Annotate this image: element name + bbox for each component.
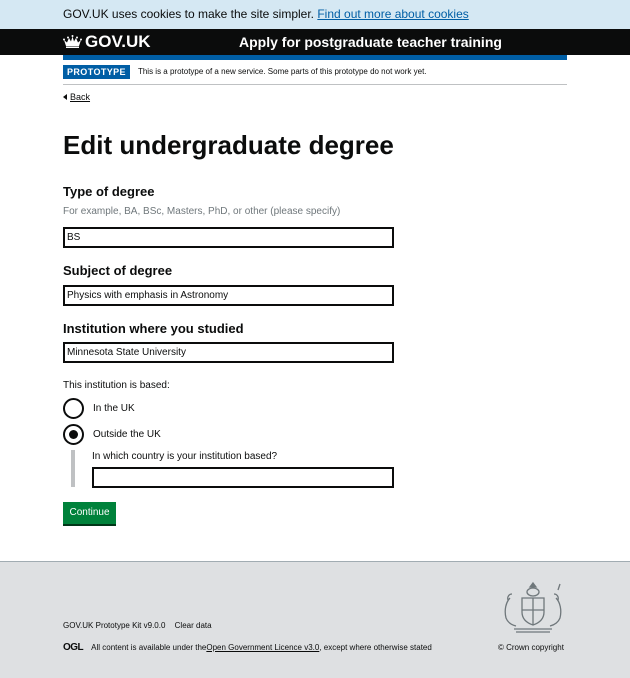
crown-copyright-link[interactable]: © Crown copyright <box>498 643 564 652</box>
type-of-degree-input[interactable] <box>63 227 394 248</box>
back-link[interactable]: Back <box>63 92 90 102</box>
footer-links: GOV.UK Prototype Kit v9.0.0 Clear data <box>63 621 219 630</box>
radio-outside-uk[interactable]: Outside the UK <box>63 424 161 445</box>
conditional-reveal-bar <box>71 450 75 487</box>
header-underline <box>63 55 567 60</box>
licence-line: OGL All content is available under the O… <box>63 642 432 653</box>
cookie-banner: GOV.UK uses cookies to make the site sim… <box>0 0 630 29</box>
type-of-degree-label: Type of degree <box>63 184 155 199</box>
licence-prefix: All content is available under the <box>91 643 207 652</box>
institution-input[interactable] <box>63 342 394 363</box>
back-arrow-icon <box>63 94 67 100</box>
phase-tag: PROTOTYPE <box>63 65 130 79</box>
service-name[interactable]: Apply for postgraduate teacher training <box>239 35 502 50</box>
subject-label: Subject of degree <box>63 263 173 278</box>
clear-data-link[interactable]: Clear data <box>175 621 212 630</box>
licence-suffix: , except where otherwise stated <box>319 643 432 652</box>
site-footer: GOV.UK Prototype Kit v9.0.0 Clear data O… <box>0 561 630 678</box>
phase-text: This is a prototype of a new service. So… <box>137 67 427 76</box>
licence-link[interactable]: Open Government Licence v3.0 <box>206 643 319 652</box>
royal-coat-of-arms-icon <box>504 581 562 633</box>
country-input[interactable] <box>92 467 394 488</box>
ogl-logo-icon: OGL <box>63 642 84 653</box>
radio-label[interactable]: In the UK <box>93 403 135 414</box>
prototype-kit-version[interactable]: GOV.UK Prototype Kit v9.0.0 <box>63 621 165 630</box>
type-of-degree-hint: For example, BA, BSc, Masters, PhD, or o… <box>63 206 341 217</box>
cookie-info-link[interactable]: Find out more about cookies <box>317 7 468 21</box>
radio-label[interactable]: Outside the UK <box>93 429 161 440</box>
continue-button[interactable]: Continue <box>63 502 116 524</box>
phase-banner: PROTOTYPE This is a prototype of a new s… <box>63 65 567 85</box>
country-label: In which country is your institution bas… <box>92 451 278 462</box>
back-link-label: Back <box>70 92 91 102</box>
logo-text: GOV.UK <box>85 32 151 51</box>
subject-input[interactable] <box>63 285 394 306</box>
radio-in-uk[interactable]: In the UK <box>63 398 135 419</box>
page-title: Edit undergraduate degree <box>63 130 394 160</box>
institution-label: Institution where you studied <box>63 321 244 336</box>
govuk-logo[interactable]: GOV.UK <box>63 33 151 51</box>
radio-button-checked[interactable] <box>63 424 84 445</box>
cookie-text: GOV.UK uses cookies to make the site sim… <box>63 7 314 21</box>
site-header: GOV.UK Apply for postgraduate teacher tr… <box>0 29 630 55</box>
radio-button[interactable] <box>63 398 84 419</box>
crown-icon <box>63 35 82 48</box>
location-label: This institution is based: <box>63 380 170 391</box>
